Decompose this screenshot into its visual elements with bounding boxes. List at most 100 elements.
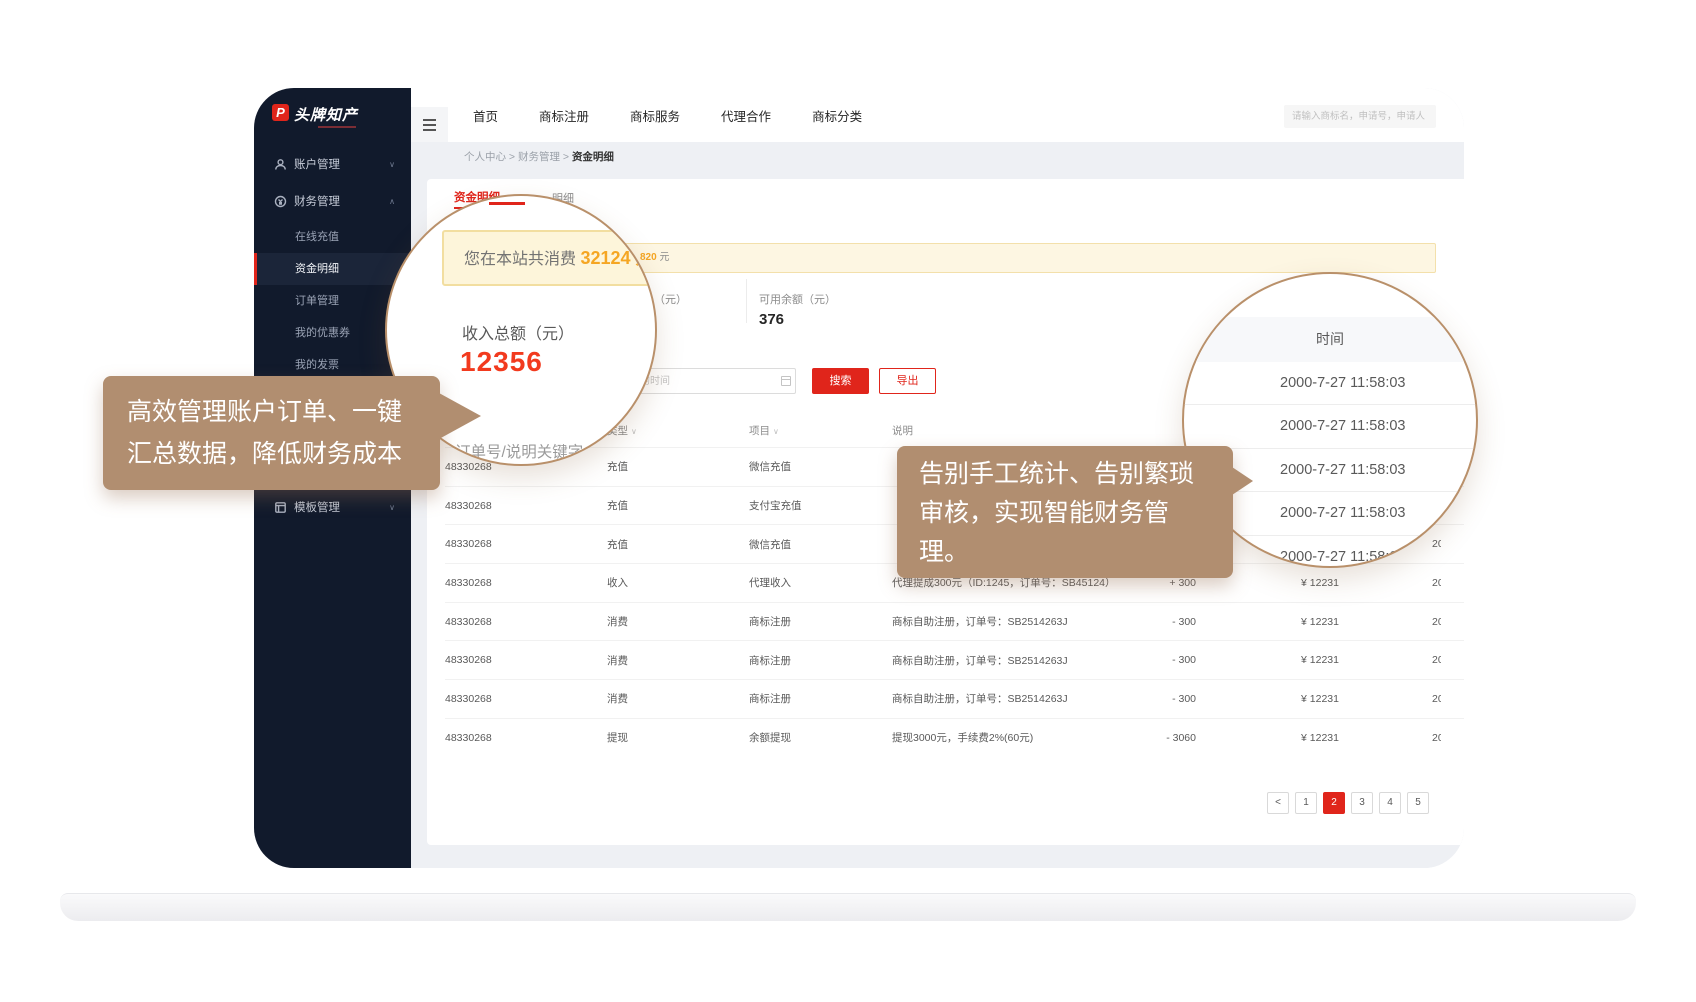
pagination-page-5[interactable]: 5 [1407, 792, 1429, 814]
cell-project: 代理收入 [749, 575, 892, 590]
cell-time: 2000-7-27 11:58:03 [1339, 654, 1464, 666]
cell-description: 商标自助注册，订单号：SB2514263J [892, 653, 1142, 668]
cell-type: 充值 [607, 498, 749, 513]
stat-balance-label: 可用余额（元） [759, 291, 836, 307]
pagination: <12345 [1267, 792, 1429, 814]
cell-order-no: 48330268 [445, 616, 607, 628]
table-row: 48330268消费商标注册商标自助注册，订单号：SB2514263J- 300… [445, 679, 1464, 718]
cell-time: 2000-7-27 11:58:03 [1339, 732, 1464, 744]
callout-right-text: 告别手工统计、告别繁琐审核，实现智能财务管理。 [919, 460, 1194, 566]
cell-amount: + 300 [1142, 577, 1196, 589]
nav-item-商标服务[interactable]: 商标服务 [630, 106, 680, 125]
time-clipped: 2000-7-27 11:58:03 [1432, 577, 1441, 589]
pagination-page-1[interactable]: 1 [1295, 792, 1317, 814]
sidebar-item-finance[interactable]: 财务管理 ∧ [254, 185, 411, 217]
sidebar-item-label: 模板管理 [294, 499, 340, 515]
column-header: 项目∨ [749, 423, 892, 438]
cell-project: 微信充值 [749, 459, 892, 474]
cell-amount: - 3060 [1142, 732, 1196, 744]
stat-balance-value: 376 [759, 311, 784, 328]
magnified-tab-underline [489, 202, 525, 205]
time-clipped: 2000-7-27 11:58:03 [1432, 693, 1441, 705]
stat-divider [746, 279, 747, 323]
cell-order-no: 48330268 [445, 538, 607, 550]
sidebar-item-account[interactable]: 账户管理 ∨ [254, 148, 411, 180]
export-button[interactable]: 导出 [879, 368, 936, 394]
banner-amount: 32124 大 [580, 248, 653, 268]
banner-prefix: 您在本站共消费 [464, 251, 576, 268]
nav-item-首页[interactable]: 首页 [473, 106, 498, 125]
cell-order-no: 48330268 [445, 654, 607, 666]
sort-chevron-icon[interactable]: ∨ [631, 427, 637, 436]
cell-balance: ¥ 12231 [1196, 616, 1339, 628]
cell-type: 充值 [607, 537, 749, 552]
cell-description: 提现3000元，手续费2%(60元) [892, 730, 1142, 745]
user-icon [274, 158, 287, 171]
cell-type: 收入 [607, 575, 749, 590]
cell-balance: ¥ 12231 [1196, 732, 1339, 744]
top-navbar: 首页 商标注册 商标服务 代理合作 商标分类 [411, 88, 1464, 142]
search-button[interactable]: 搜索 [812, 368, 869, 394]
brand-tagline [318, 126, 356, 128]
cell-order-no: 48330268 [445, 693, 607, 705]
cell-order-no: 48330268 [445, 500, 607, 512]
nav-item-代理合作[interactable]: 代理合作 [721, 106, 771, 125]
nav-item-商标注册[interactable]: 商标注册 [539, 106, 589, 125]
cell-project: 商标注册 [749, 691, 892, 706]
sidebar-subitem-在线充值[interactable]: 在线充值 [254, 221, 411, 253]
magnified-income-value: 12356 [460, 346, 543, 378]
sidebar-item-template[interactable]: 模板管理 ∨ [254, 491, 411, 523]
cell-balance: ¥ 12231 [1196, 577, 1339, 589]
column-header-label: 项目 [749, 425, 770, 437]
column-header: 类型∨ [607, 423, 749, 438]
cell-type: 提现 [607, 730, 749, 745]
callout-right: 告别手工统计、告别繁琐审核，实现智能财务管理。 [897, 446, 1233, 578]
calendar-icon[interactable] [781, 376, 791, 386]
cell-project: 支付宝充值 [749, 498, 892, 513]
pagination-page-4[interactable]: 4 [1379, 792, 1401, 814]
breadcrumb-path: 个人中心 > 财务管理 > [464, 151, 572, 163]
laptop-base [60, 893, 1636, 921]
search-input[interactable] [1284, 105, 1436, 128]
sidebar-item-label: 财务管理 [294, 193, 340, 209]
cell-type: 消费 [607, 691, 749, 706]
cell-balance: ¥ 12231 [1196, 693, 1339, 705]
callout-tail-icon [439, 393, 481, 439]
magnified-time-value: 2000-7-27 11:58:03 [1184, 362, 1476, 405]
time-clipped: 2000-7-27 11:58:03 [1432, 616, 1441, 628]
hamburger-menu-icon[interactable] [411, 107, 448, 142]
sidebar-item-label: 账户管理 [294, 156, 340, 172]
brand-name: 头牌知产 [294, 104, 358, 125]
cell-amount: - 300 [1142, 693, 1196, 705]
table-row: 48330268提现余额提现提现3000元，手续费2%(60元)- 3060¥ … [445, 718, 1464, 757]
table-row: 48330268消费商标注册商标自助注册，订单号：SB2514263J- 300… [445, 640, 1464, 679]
pagination-page-3[interactable]: 3 [1351, 792, 1373, 814]
cell-project: 商标注册 [749, 614, 892, 629]
cell-order-no: 48330268 [445, 577, 607, 589]
pagination-page-2[interactable]: 2 [1323, 792, 1345, 814]
cell-time: 2000-7-27 11:58:03 [1339, 693, 1464, 705]
magnified-banner: 您在本站共消费 32124 大 [442, 230, 657, 286]
magnified-time-header: 时间 [1184, 317, 1476, 362]
sidebar-subitem-资金明细[interactable]: 资金明细 [254, 253, 411, 285]
cell-project: 微信充值 [749, 537, 892, 552]
stat-middle-label-fragment: （元） [654, 291, 687, 307]
nav-item-商标分类[interactable]: 商标分类 [812, 106, 862, 125]
magnified-time-value: 2000-7-27 11:58:03 [1184, 405, 1476, 448]
sort-chevron-icon[interactable]: ∨ [773, 427, 779, 436]
cell-description: 商标自助注册，订单号：SB2514263J [892, 614, 1142, 629]
finance-icon [274, 195, 287, 208]
magnified-column-header: 订单号/说明关键字 [455, 440, 583, 462]
time-clipped: 2000-7-27 11:58:03 [1432, 732, 1441, 744]
cell-type: 消费 [607, 653, 749, 668]
cell-amount: - 300 [1142, 654, 1196, 666]
cell-order-no: 48330268 [445, 732, 607, 744]
time-clipped: 2000-7-27 11:58:03 [1432, 654, 1441, 666]
topnav-items: 首页 商标注册 商标服务 代理合作 商标分类 [473, 88, 862, 142]
callout-tail-icon [1232, 467, 1253, 495]
chevron-up-icon: ∧ [389, 197, 395, 206]
magnified-banner-text: 您在本站共消费 32124 大 [464, 232, 654, 284]
pagination-prev-button[interactable]: < [1267, 792, 1289, 814]
breadcrumb: 个人中心 > 财务管理 > 资金明细 [464, 149, 614, 164]
cell-time: 2000-7-27 11:58:03 [1339, 615, 1464, 627]
